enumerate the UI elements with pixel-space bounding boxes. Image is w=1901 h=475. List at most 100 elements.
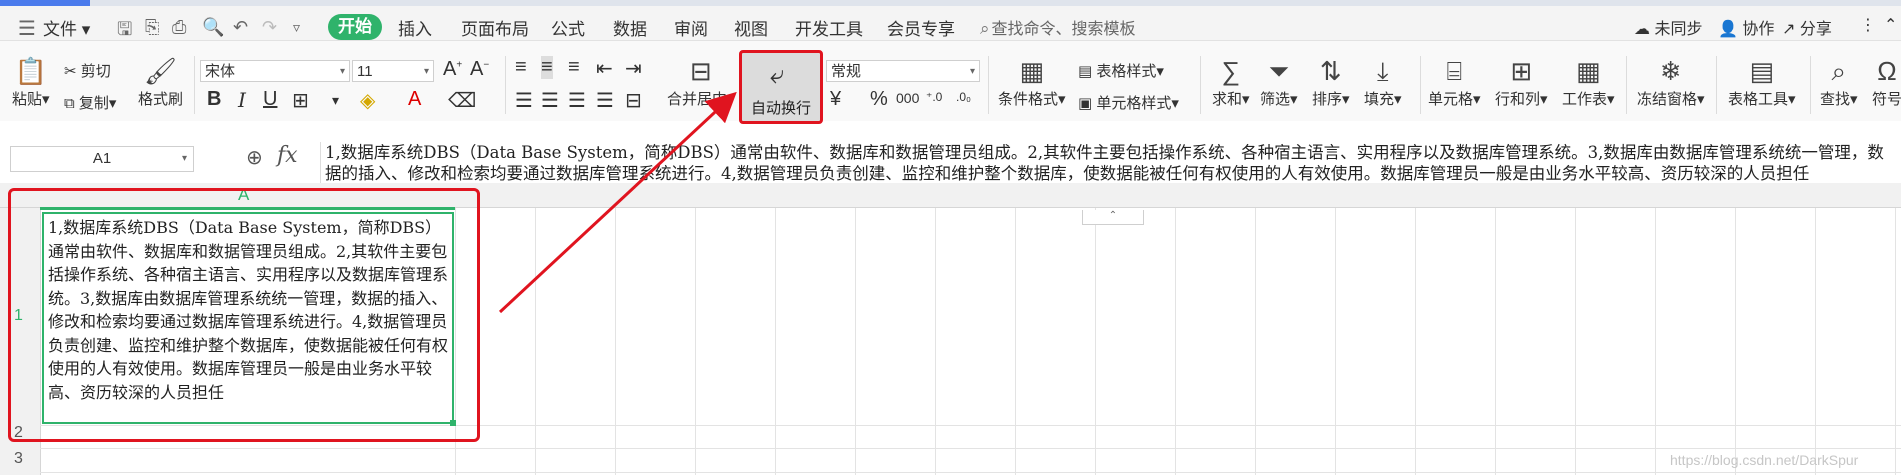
find-button[interactable]: ⌕ 查找▾ [1820,56,1858,109]
font-color-icon[interactable]: A [408,88,421,111]
col-gridline [1015,208,1016,475]
col-gridline [1735,208,1736,475]
freeze-panes-button[interactable]: ❄ 冻结窗格▾ [1637,56,1705,109]
align-top-icon[interactable]: ≡ [515,56,527,79]
command-search[interactable]: ⌕ 查找命令、搜索模板 [980,15,1136,39]
increase-indent-icon[interactable]: ⇥ [625,56,642,81]
sigma-icon: ∑ [1221,56,1241,86]
sort-button[interactable]: ⇅ 排序▾ [1312,56,1350,109]
divider [1626,56,1627,114]
col-gridline [1415,208,1416,475]
fx-icon[interactable]: fx [277,143,298,168]
tab-start[interactable]: 开始 [328,14,382,40]
collaborate-button[interactable]: 👤 协作 [1718,15,1774,39]
zoom-icon[interactable]: ⊕ [246,145,263,170]
clear-format-icon[interactable]: ⌫ [448,88,476,113]
sort-icon: ⇅ [1319,56,1342,86]
tab-member[interactable]: 会员专享 [887,15,955,40]
tab-developer[interactable]: 开发工具 [795,15,863,40]
increase-decimal-icon[interactable]: ⁺.0 [926,90,942,104]
distributed-icon[interactable]: ⊟ [625,88,642,113]
redo-icon[interactable]: ↷ [262,17,277,38]
table-tools-button[interactable]: ▤ 表格工具▾ [1728,56,1796,109]
export-icon[interactable]: ⎘ [145,17,159,38]
title-strip-accent [0,0,90,6]
more-icon[interactable]: ⋮ [1860,15,1876,35]
wrap-text-button[interactable]: ⤶ 自动换行 [739,50,823,124]
format-painter-button[interactable]: 🖌 格式刷 [138,56,183,109]
bold-icon[interactable]: B [207,88,221,111]
row-header-3[interactable]: 3 [14,450,23,468]
border-dropdown-icon[interactable]: ▾ [332,92,339,109]
fill-color-icon[interactable]: ◈ [360,88,375,113]
cell-style-icon: ▣ [1078,95,1093,112]
cells-icon: ⌸ [1446,56,1463,86]
currency-icon[interactable]: ¥ [830,88,841,111]
number-format-select[interactable]: 常规 ▾ [826,60,980,82]
worksheet-button[interactable]: ▦ 工作表▾ [1562,56,1615,109]
row-col-icon: ⊞ [1510,56,1533,86]
divider [988,56,989,114]
print-icon[interactable]: ⎙ [172,17,186,38]
file-menu[interactable]: 文件 ▾ [43,15,90,40]
row-col-button[interactable]: ⊞ 行和列▾ [1495,56,1548,109]
border-icon[interactable]: ⊞ [292,88,309,113]
watermark: https://blog.csdn.net/DarkSpur [1670,452,1859,468]
cut-button[interactable]: ✂ 剪切 [64,60,111,81]
share-button[interactable]: ↗ 分享 [1782,15,1832,39]
paste-button[interactable]: 📋 粘贴▾ [12,56,50,109]
font-name-select[interactable]: 宋体 ▾ [200,60,350,82]
fill-button[interactable]: ⤓ 填充▾ [1364,56,1402,109]
name-box[interactable]: A1 ▾ [10,146,194,172]
tab-data[interactable]: 数据 [613,15,647,40]
decrease-indent-icon[interactable]: ⇤ [596,56,613,81]
copy-icon: ⧉ [64,95,75,112]
align-left-icon[interactable]: ☰ [515,88,533,113]
symbol-button[interactable]: Ω 符号 [1872,56,1901,109]
merge-center-button[interactable]: ⊟ 合并居中▾ [667,56,735,109]
align-right-icon[interactable]: ☰ [568,88,586,113]
tab-view[interactable]: 视图 [734,15,768,40]
justify-icon[interactable]: ☰ [596,88,614,113]
cell-style-button[interactable]: ▣ 单元格样式▾ [1078,92,1179,113]
customize-dropdown-icon[interactable]: ▿ [293,19,300,36]
divider [505,56,506,114]
copy-button[interactable]: ⧉ 复制▾ [64,92,116,113]
print-preview-icon[interactable]: 🔍 [202,17,224,38]
table-style-icon: ▤ [1078,63,1093,80]
col-gridline [1095,208,1096,475]
sum-button[interactable]: ∑ 求和▾ [1212,56,1250,109]
decrease-font-icon[interactable]: A− [470,58,489,81]
user-icon: 👤 [1718,21,1738,38]
hamburger-icon[interactable]: ☰ [18,16,36,41]
tab-page-layout[interactable]: 页面布局 [461,15,529,40]
align-middle-icon[interactable]: ≡ [541,56,553,79]
decrease-decimal-icon[interactable]: .0₀ [956,90,971,104]
col-gridline [695,208,696,475]
merge-icon: ⊟ [689,56,712,86]
italic-icon[interactable]: I [238,88,246,112]
tab-insert[interactable]: 插入 [398,15,432,40]
align-center-icon[interactable]: ☰ [541,88,559,113]
underline-icon[interactable]: U [263,88,277,111]
tab-formulas[interactable]: 公式 [551,15,585,40]
undo-icon[interactable]: ↶ [233,17,248,38]
collapse-ribbon-icon[interactable]: ⌃ [1884,15,1897,35]
font-size-select[interactable]: 11 ▾ [352,60,434,82]
sync-status[interactable]: ☁ 未同步 [1634,15,1702,39]
col-gridline [1335,208,1336,475]
omega-icon: Ω [1877,56,1897,86]
table-style-button[interactable]: ▤ 表格样式▾ [1078,60,1164,81]
thousands-icon[interactable]: 000 [896,90,919,106]
conditional-format-button[interactable]: ▦ 条件格式▾ [998,56,1066,109]
collapse-formula-bar-icon[interactable]: ⌃ [1082,210,1144,225]
cells-button[interactable]: ⌸ 单元格▾ [1428,56,1481,109]
align-bottom-icon[interactable]: ≡ [568,56,580,79]
grid-icon: ▦ [1019,56,1045,86]
col-gridline [1895,208,1896,475]
filter-button[interactable]: ⏷ 筛选▾ [1260,56,1298,109]
percent-icon[interactable]: % [870,88,888,111]
col-gridline [1255,208,1256,475]
tab-review[interactable]: 审阅 [674,15,708,40]
increase-font-icon[interactable]: A+ [443,58,462,81]
